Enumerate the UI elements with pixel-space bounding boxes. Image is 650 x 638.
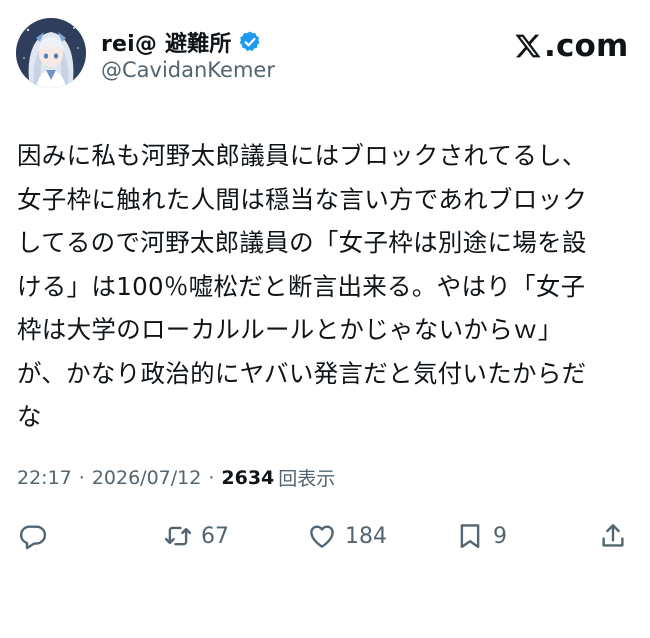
bookmark-icon [460,524,480,549]
post-text-line: 女子枠に触れた人間は穏当な言い方であれブロック [17,184,588,214]
post-text: 因みに私も河野太郎議員にはブロックされてるし、 女子枠に触れた人間は穏当な言い方… [17,134,627,439]
author-name-row: rei@ 避難所 [101,27,262,57]
meta-separator: · [208,466,215,489]
avatar-illustration [16,18,86,88]
author-display-name[interactable]: rei@ 避難所 [101,26,232,58]
post-meta: 22:17 · 2026/07/12 · 2634 回表示 [17,464,335,491]
verified-badge-icon[interactable] [238,30,262,54]
reply-button[interactable] [18,514,56,558]
heart-icon [310,525,334,548]
post-card: rei@ 避難所 @CavidanKemer .com 因みに私も河野太郎議員に… [0,0,650,638]
post-date[interactable]: 2026/07/12 [92,467,202,489]
post-text-line: してるので河野太郎議員の「女子枠は別途に場を設 [17,228,587,257]
bookmark-count: 9 [493,523,507,549]
views-count: 2634 [221,466,275,489]
post-time[interactable]: 22:17 [17,467,72,489]
post-text-line: な [17,402,42,431]
action-bar: 67 184 9 [0,514,650,558]
share-button[interactable] [598,514,636,558]
views-label: 回表示 [278,468,336,490]
repost-icon [164,526,192,546]
like-count: 184 [345,523,387,549]
post-text-line: が、かなり政治的にヤバい発言だと気付いたからだ [17,358,587,388]
reply-icon [19,525,47,550]
repost-count: 67 [201,523,229,549]
author-handle[interactable]: @CavidanKemer [101,58,275,82]
share-icon [602,524,624,547]
x-logo-icon [515,34,541,58]
post-text-line: 枠は大学のローカルルールとかじゃないからｗ」 [17,315,563,344]
like-button[interactable]: 184 [307,514,387,558]
post-text-line: ける」は100％嘘松だと断言出来る。やはり「女子 [17,271,586,301]
post-text-line: 因みに私も河野太郎議員にはブロックされてるし、 [17,141,587,170]
brand-domain-text: .com [544,28,629,64]
x-brand-mark: .com [514,28,629,64]
repost-button[interactable]: 67 [163,514,229,558]
meta-separator: · [78,466,85,489]
avatar[interactable] [16,18,86,88]
bookmark-button[interactable]: 9 [455,514,507,558]
